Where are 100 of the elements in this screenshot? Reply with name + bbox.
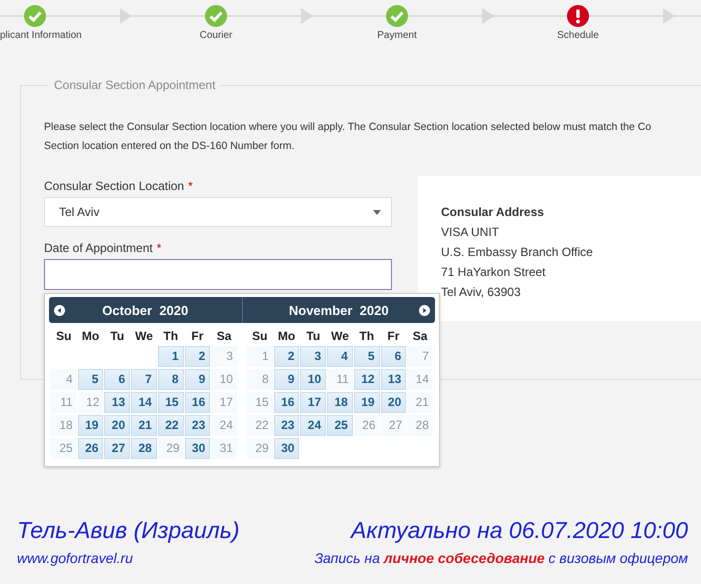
calendar-day[interactable]: 19 xyxy=(78,415,104,436)
arrow-icon xyxy=(662,8,674,24)
calendar-day[interactable]: 24 xyxy=(300,415,326,436)
weekday-label: Mo xyxy=(80,328,100,345)
previous-month-button[interactable] xyxy=(53,304,66,317)
month-title: October 2020 xyxy=(102,302,188,318)
address-line: VISA UNIT xyxy=(441,224,500,241)
instructions-text: Please select the Consular Section location where you will apply. The Consular Section location selected below must match the Co Section location entered on the DS-160 Number form. xyxy=(44,120,652,154)
calendar-day[interactable]: 21 xyxy=(131,415,157,436)
address-title: Consular Address xyxy=(441,204,545,221)
arrow-icon xyxy=(482,8,494,24)
calendar-day[interactable]: 9 xyxy=(274,369,300,390)
calendar-day[interactable]: 27 xyxy=(104,438,130,459)
step-label: Schedule xyxy=(557,30,599,41)
location-select[interactable]: Tel Aviv xyxy=(44,197,392,227)
arrow-icon xyxy=(300,8,312,24)
weekday-label: Mo xyxy=(276,328,296,345)
calendar-day: 14 xyxy=(407,369,433,390)
calendar-day[interactable]: 7 xyxy=(131,369,157,390)
calendar-day[interactable]: 12 xyxy=(354,369,380,390)
calendar-day[interactable]: 3 xyxy=(300,346,326,367)
calendar-day: 1 xyxy=(247,346,273,367)
calendar-day[interactable]: 18 xyxy=(327,392,353,413)
calendar-day: 17 xyxy=(211,392,237,413)
calendar-day[interactable]: 17 xyxy=(300,392,326,413)
calendar-day: 22 xyxy=(247,415,273,436)
calendar-day[interactable]: 30 xyxy=(184,438,210,459)
weekday-label: Th xyxy=(358,328,376,345)
chevron-left-icon xyxy=(54,305,65,316)
calendar-day[interactable]: 23 xyxy=(274,415,300,436)
next-month-button[interactable] xyxy=(418,304,431,317)
calendar-day[interactable]: 9 xyxy=(184,369,210,390)
field-label: Consular Section Location xyxy=(44,179,184,193)
weekday-label: Th xyxy=(162,328,180,345)
updated-caption: Актуально на 06.07.2020 10:00 xyxy=(351,516,688,545)
calendar-day[interactable]: 4 xyxy=(327,346,353,367)
city-caption: Тель-Авив (Израиль) xyxy=(17,516,240,545)
calendar-day: 25 xyxy=(51,438,77,459)
weekday-label: We xyxy=(134,328,154,345)
calendar-day[interactable]: 22 xyxy=(158,415,184,436)
calendar-day: 31 xyxy=(211,438,237,459)
calendar-day[interactable]: 15 xyxy=(158,392,184,413)
calendar-day: 11 xyxy=(51,392,77,413)
calendar-day[interactable]: 6 xyxy=(380,346,406,367)
weekday-label: Tu xyxy=(305,328,322,345)
calendar-day[interactable]: 30 xyxy=(274,438,300,459)
calendar-day: 12 xyxy=(78,392,104,413)
address-line: Tel Aviv, 63903 xyxy=(441,284,522,301)
calendar-day[interactable]: 13 xyxy=(380,369,406,390)
calendar-day: 10 xyxy=(211,369,237,390)
calendar-day[interactable]: 19 xyxy=(354,392,380,413)
calendar-day[interactable]: 23 xyxy=(184,415,210,436)
weekday-label: Su xyxy=(251,328,269,345)
calendar-day[interactable]: 25 xyxy=(327,415,353,436)
dropdown-caret-icon xyxy=(373,210,381,214)
address-line: U.S. Embassy Branch Office xyxy=(441,244,594,261)
calendar-day[interactable]: 14 xyxy=(131,392,157,413)
weekday-label: Su xyxy=(55,328,73,345)
month-title: November 2020 xyxy=(288,302,389,318)
calendar-day[interactable]: 13 xyxy=(104,392,130,413)
weekday-label: Sa xyxy=(216,328,232,345)
step-label: Courier xyxy=(200,30,232,41)
calendar-day[interactable]: 2 xyxy=(184,346,210,367)
calendar-day: 15 xyxy=(247,392,273,413)
weekday-label: We xyxy=(330,328,350,345)
calendar-day: 26 xyxy=(354,415,380,436)
calendar-day[interactable]: 10 xyxy=(300,369,326,390)
calendar-day[interactable]: 16 xyxy=(274,392,300,413)
calendar-day: 8 xyxy=(247,369,273,390)
weekday-label: Fr xyxy=(386,328,400,345)
calendar-day: 21 xyxy=(407,392,433,413)
required-mark: * xyxy=(156,241,162,255)
calendar-day: 24 xyxy=(211,415,237,436)
date-input-field[interactable] xyxy=(44,259,392,290)
note-caption: Запись на личное собеседование с визовым офицером xyxy=(314,549,688,568)
calendar-day[interactable]: 5 xyxy=(354,346,380,367)
calendar-day[interactable]: 1 xyxy=(158,346,184,367)
calendar-day: 28 xyxy=(407,415,433,436)
calendar-day[interactable]: 20 xyxy=(380,392,406,413)
calendar-day[interactable]: 8 xyxy=(158,369,184,390)
calendar-day: 4 xyxy=(51,369,77,390)
calendar-day: 27 xyxy=(380,415,406,436)
calendar-day[interactable]: 2 xyxy=(274,346,300,367)
arrow-icon xyxy=(120,8,132,24)
calendar-day: 18 xyxy=(51,415,77,436)
calendar-day: 3 xyxy=(211,346,237,367)
weekday-label: Fr xyxy=(190,328,204,345)
calendar-day[interactable]: 5 xyxy=(78,369,104,390)
step-label: plicant Information xyxy=(0,30,82,41)
calendar-day[interactable]: 28 xyxy=(131,438,157,459)
calendar-day: 7 xyxy=(407,346,433,367)
section-legend: Consular Section Appointment xyxy=(48,78,222,92)
weekday-label: Sa xyxy=(412,328,428,345)
calendar-day[interactable]: 6 xyxy=(104,369,130,390)
calendar-day: 29 xyxy=(158,438,184,459)
calendar-day[interactable]: 20 xyxy=(104,415,130,436)
weekday-label: Tu xyxy=(109,328,126,345)
required-mark: * xyxy=(188,179,193,193)
calendar-day[interactable]: 16 xyxy=(184,392,210,413)
calendar-day[interactable]: 26 xyxy=(78,438,104,459)
